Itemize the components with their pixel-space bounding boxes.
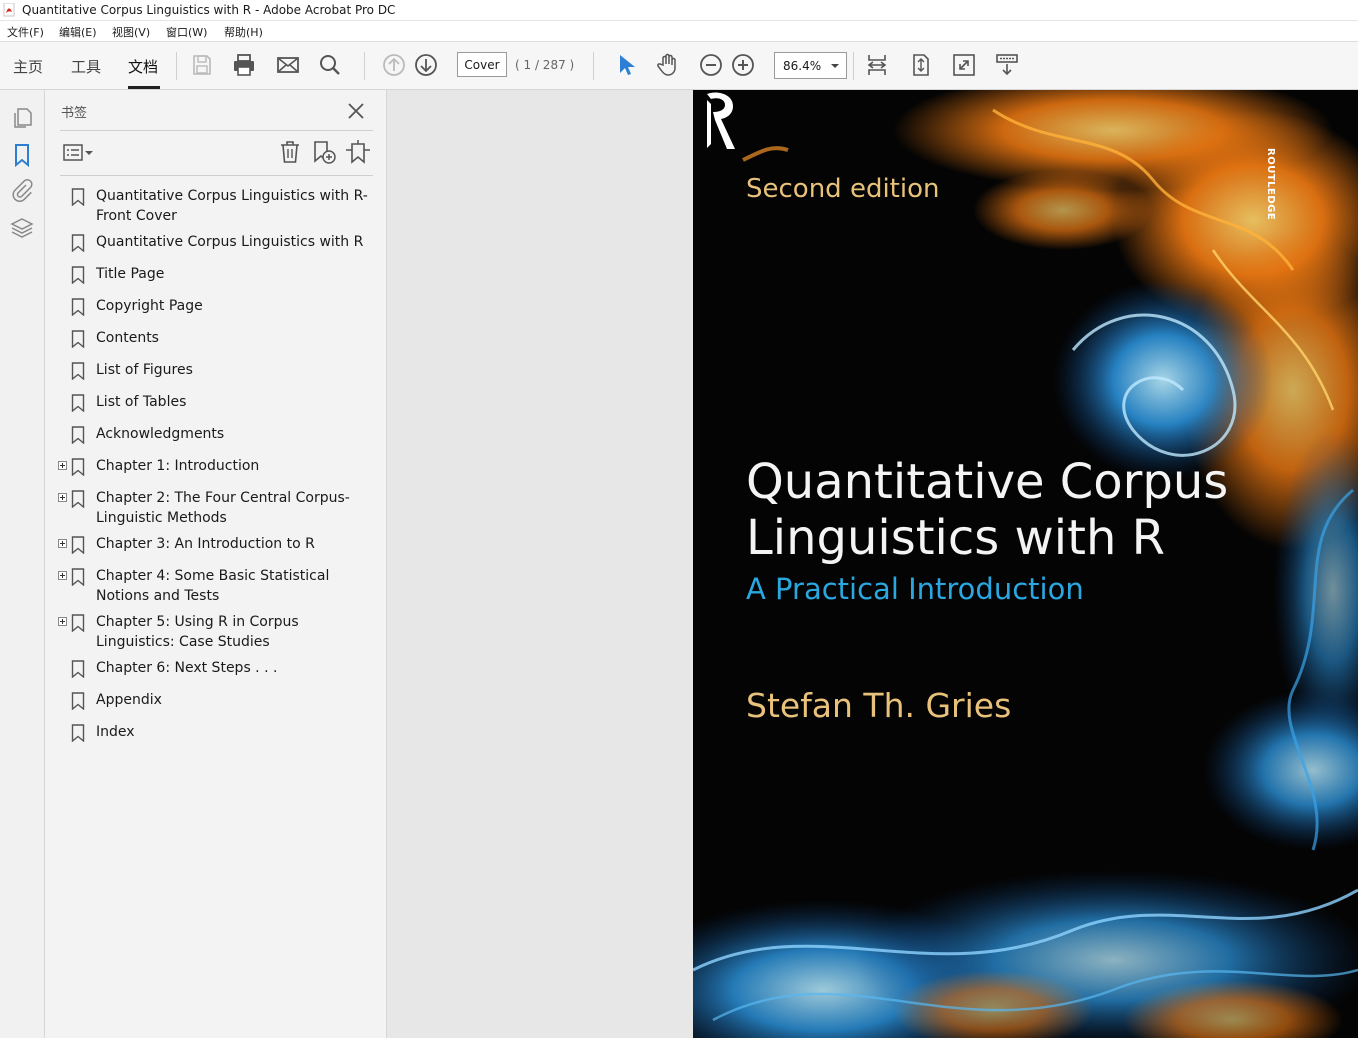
prev-page-icon[interactable] — [382, 53, 406, 77]
bookmark-label: List of Figures — [96, 362, 193, 378]
chevron-down-icon[interactable] — [831, 64, 839, 68]
toolbar-divider — [176, 52, 177, 80]
bookmarks-panel-title: 书签 — [61, 106, 88, 121]
bookmark-icon — [71, 724, 85, 742]
bookmark-icon — [71, 660, 85, 678]
bookmark-label: Title Page — [96, 266, 165, 282]
acrobat-app-icon — [3, 3, 15, 17]
book-cover-page: Second edition Quantitative Corpus Lingu… — [693, 90, 1358, 1038]
add-bookmark-icon[interactable] — [312, 140, 336, 164]
bookmark-label: Quantitative Corpus Linguistics with R- … — [96, 188, 368, 224]
tab-home[interactable]: 主页 — [13, 56, 43, 77]
bookmark-label: Appendix — [96, 692, 162, 708]
zoom-out-icon[interactable] — [699, 53, 723, 77]
main-toolbar: 主页 工具 文档 Cover ( 1 / 287 ) 86.4% — [0, 42, 1358, 90]
bookmark-label: Chapter 2: The Four Central Corpus-Lingu… — [96, 490, 350, 526]
zoom-select[interactable]: 86.4% — [774, 52, 847, 79]
zoom-value: 86.4% — [783, 59, 822, 73]
bookmark-label: Chapter 4: Some Basic Statistical Notion… — [96, 568, 330, 604]
page-count: ( 1 / 287 ) — [515, 58, 575, 72]
select-cursor-icon[interactable] — [614, 53, 638, 77]
save-icon[interactable] — [190, 53, 214, 77]
menu-view[interactable]: 视图(V) — [112, 24, 150, 40]
bookmark-label: Chapter 3: An Introduction to R — [96, 536, 315, 552]
bookmark-label: Quantitative Corpus Linguistics with R — [96, 234, 364, 250]
expand-icon[interactable] — [58, 617, 67, 626]
zoom-in-icon[interactable] — [731, 53, 755, 77]
tab-document[interactable]: 文档 — [128, 56, 158, 77]
print-icon[interactable] — [232, 53, 256, 77]
toolbar-divider — [593, 52, 594, 80]
menu-edit[interactable]: 编辑(E) — [59, 24, 97, 40]
menu-window[interactable]: 窗口(W) — [166, 24, 207, 40]
expand-icon[interactable] — [58, 461, 67, 470]
bookmark-icon[interactable] — [10, 143, 34, 167]
read-mode-icon[interactable] — [995, 53, 1019, 77]
bookmark-label: List of Tables — [96, 394, 187, 410]
cover-title-line2: Linguistics with R — [746, 510, 1165, 566]
bookmark-label: Index — [96, 724, 135, 740]
close-icon[interactable] — [345, 100, 367, 122]
panel-divider — [60, 175, 373, 176]
bookmark-from-selection-icon[interactable] — [345, 140, 371, 164]
bookmark-icon — [71, 614, 85, 632]
cover-edition: Second edition — [746, 174, 940, 204]
bookmark-icon — [71, 298, 85, 316]
expand-icon[interactable] — [58, 571, 67, 580]
bookmark-label: Copyright Page — [96, 298, 203, 314]
menu-file[interactable]: 文件(F) — [7, 24, 44, 40]
cover-subtitle: A Practical Introduction — [746, 572, 1084, 606]
bookmark-label: Acknowledgments — [96, 426, 225, 442]
fit-page-icon[interactable] — [909, 53, 933, 77]
routledge-logo — [707, 92, 735, 149]
toolbar-divider — [853, 52, 854, 80]
bookmark-icon — [71, 568, 85, 586]
bookmark-icon — [71, 490, 85, 508]
bookmark-icon — [71, 362, 85, 380]
bookmark-label: Chapter 5: Using R in Corpus Linguistics… — [96, 614, 299, 650]
panel-divider — [60, 130, 373, 131]
bookmark-icon — [71, 266, 85, 284]
bookmark-icon — [71, 394, 85, 412]
bookmark-icon — [71, 330, 85, 348]
next-page-icon[interactable] — [414, 53, 438, 77]
bookmark-icon — [71, 458, 85, 476]
bookmark-label: Chapter 1: Introduction — [96, 458, 260, 474]
bookmark-options-icon[interactable] — [62, 142, 94, 164]
pages-icon[interactable] — [10, 106, 34, 130]
tab-tools[interactable]: 工具 — [71, 56, 101, 77]
expand-icon[interactable] — [58, 539, 67, 548]
publisher-name: ROUTLEDGE — [1265, 148, 1276, 221]
hand-icon[interactable] — [656, 53, 680, 77]
cover-author: Stefan Th. Gries — [746, 686, 1012, 725]
cover-title-line1: Quantitative Corpus — [746, 454, 1229, 510]
menu-bar: 文件(F) 编辑(E) 视图(V) 窗口(W) 帮助(H) — [0, 21, 1358, 42]
bookmark-icon — [71, 692, 85, 710]
toolbar-divider — [364, 52, 365, 80]
title-bar: Quantitative Corpus Linguistics with R -… — [0, 0, 1358, 21]
bookmarks-panel: 书签 Quantitative Corpus Linguistics with … — [45, 90, 387, 1038]
scroll-mode-icon[interactable] — [865, 53, 889, 77]
bookmark-label: Chapter 6: Next Steps . . . — [96, 660, 278, 676]
bookmark-label: Contents — [96, 330, 159, 346]
navigation-rail — [0, 90, 45, 1038]
trash-icon[interactable] — [279, 140, 301, 164]
page-number-input[interactable]: Cover — [457, 52, 507, 77]
bookmark-icon — [71, 426, 85, 444]
search-icon[interactable] — [318, 53, 342, 77]
window-title: Quantitative Corpus Linguistics with R -… — [22, 3, 396, 17]
email-icon[interactable] — [276, 53, 300, 77]
menu-help[interactable]: 帮助(H) — [224, 24, 263, 40]
attachment-icon[interactable] — [10, 179, 34, 203]
expand-icon[interactable] — [58, 493, 67, 502]
full-screen-icon[interactable] — [952, 53, 976, 77]
active-tab-indicator — [128, 86, 160, 89]
bookmark-icon — [71, 234, 85, 252]
bookmark-icon — [71, 536, 85, 554]
bookmark-icon — [71, 188, 85, 206]
layers-icon[interactable] — [10, 216, 34, 240]
